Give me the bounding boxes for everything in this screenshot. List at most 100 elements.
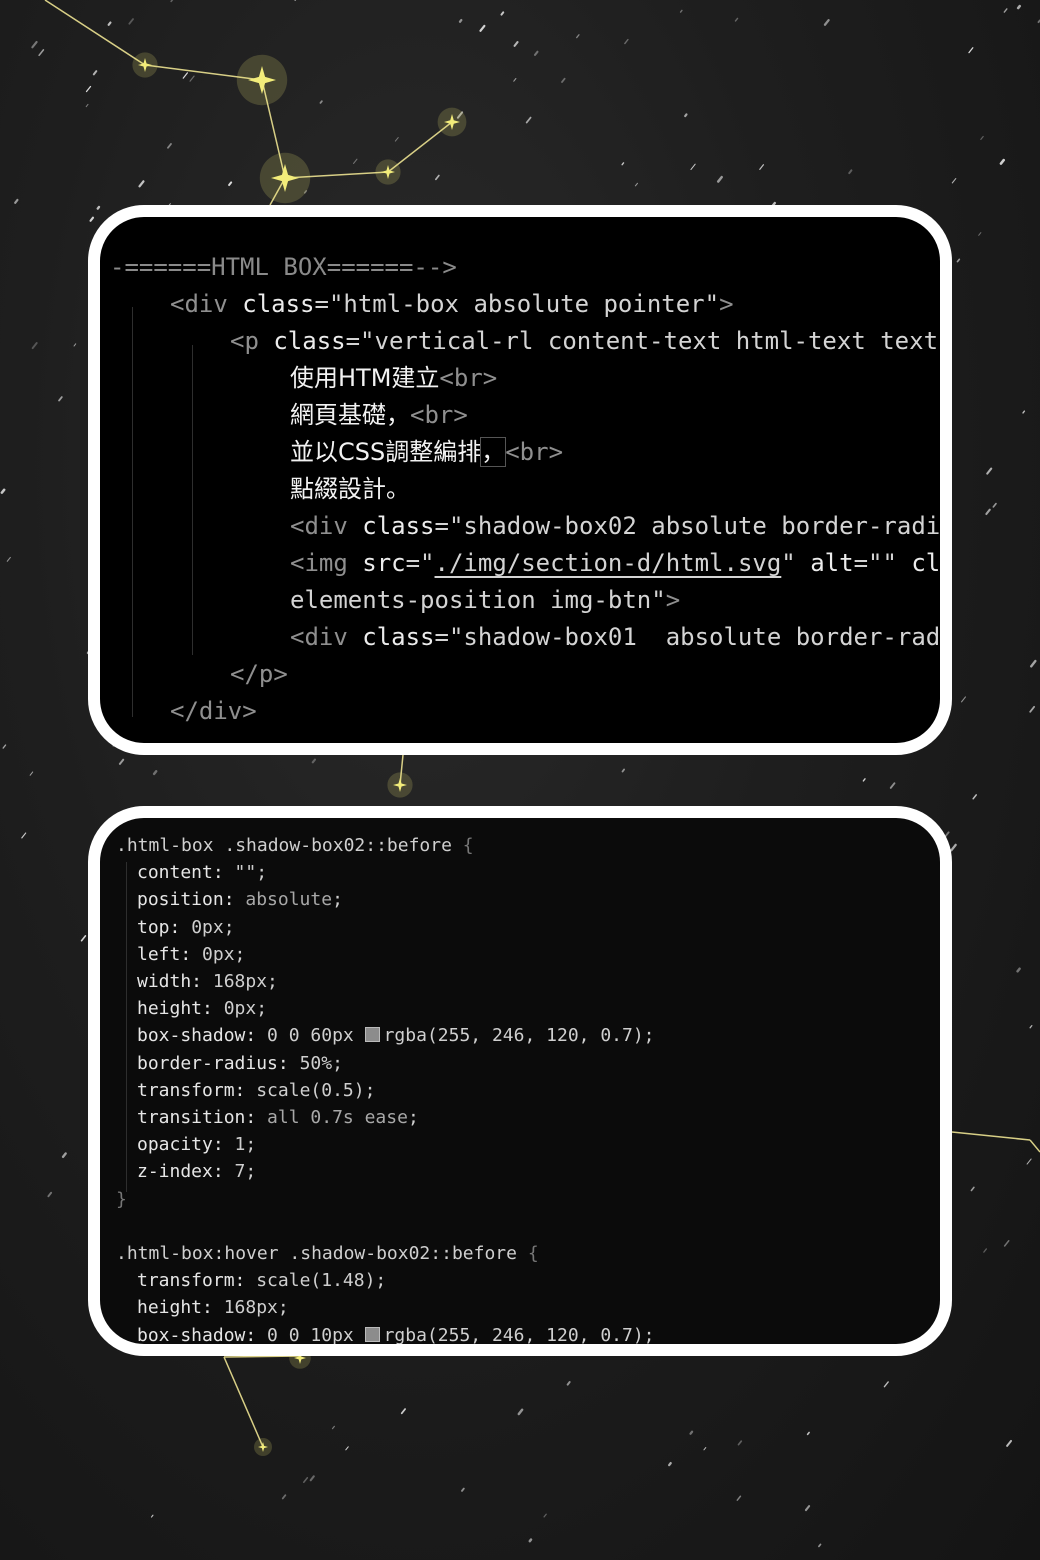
code-token: ./img/section-d/html.svg bbox=[434, 549, 782, 577]
code-token: 0 0 10px bbox=[267, 1324, 365, 1346]
constellation-star bbox=[437, 107, 467, 137]
constellation-line bbox=[223, 1356, 264, 1448]
code-token: 網頁基礎， bbox=[290, 401, 410, 429]
code-token: </div> bbox=[170, 697, 257, 725]
code-token: 168px; bbox=[223, 1297, 289, 1319]
star-speck bbox=[525, 116, 532, 124]
star-speck bbox=[1003, 1240, 1010, 1247]
code-token: position: bbox=[137, 889, 246, 911]
star-speck bbox=[85, 85, 92, 93]
star-speck bbox=[818, 1543, 822, 1548]
star-speck bbox=[500, 11, 505, 16]
star-speck bbox=[889, 782, 896, 789]
code-token: class bbox=[273, 327, 346, 355]
css-code-line: } bbox=[116, 1186, 127, 1213]
star-speck bbox=[479, 24, 486, 32]
star-speck bbox=[624, 38, 629, 45]
star-speck bbox=[736, 1495, 742, 1501]
code-token: ="html-box absolute pointer" bbox=[314, 290, 720, 318]
code-token: .html-box .shadow-box02::before bbox=[116, 835, 463, 856]
code-token: <div bbox=[290, 512, 363, 540]
constellation-star bbox=[254, 1438, 272, 1456]
html-code-line: 網頁基礎，<br> bbox=[290, 397, 468, 434]
star-speck bbox=[80, 935, 87, 942]
css-code-line: top: 0px; bbox=[137, 914, 235, 941]
css-code-line: transition: all 0.7s ease; bbox=[137, 1104, 419, 1131]
star-speck bbox=[31, 342, 38, 350]
code-token: <div bbox=[290, 623, 363, 651]
star-speck bbox=[543, 1513, 547, 1518]
css-code-line: transform: scale(0.5); bbox=[137, 1077, 375, 1104]
constellation-star bbox=[236, 54, 288, 106]
star-speck bbox=[759, 164, 765, 170]
star-speck bbox=[47, 1191, 53, 1198]
star-speck bbox=[331, 1425, 335, 1430]
code-token: } bbox=[116, 1188, 127, 1210]
star-speck bbox=[1029, 1024, 1033, 1029]
code-token: { bbox=[462, 835, 474, 856]
color-swatch[interactable] bbox=[364, 1027, 380, 1043]
code-token: scale(1.48); bbox=[256, 1270, 387, 1292]
code-token: =" bbox=[405, 549, 435, 577]
html-code-line: <div class="html-box absolute pointer"> bbox=[170, 286, 734, 323]
css-code-line: border-radius: 50%; bbox=[137, 1050, 343, 1077]
constellation-star bbox=[375, 159, 401, 185]
html-code-line: <div class="shadow-box01 absolute border… bbox=[290, 619, 940, 656]
constellation-line bbox=[951, 1131, 1031, 1141]
star-speck bbox=[311, 758, 316, 764]
constellation-star bbox=[259, 152, 311, 204]
code-token: <br> bbox=[410, 401, 468, 429]
css-code-line: height: 168px; bbox=[137, 1294, 289, 1321]
html-code-line: -======HTML BOX======--> bbox=[110, 249, 457, 286]
star-speck bbox=[668, 1461, 672, 1467]
star-speck bbox=[58, 396, 63, 402]
star-speck bbox=[353, 158, 358, 164]
html-code-line: </p> bbox=[230, 656, 288, 693]
star-speck bbox=[1029, 659, 1037, 668]
star-speck bbox=[960, 696, 967, 703]
star-speck bbox=[737, 1440, 743, 1446]
code-token: box-shadow: bbox=[137, 1324, 268, 1346]
code-token: class bbox=[362, 512, 435, 540]
star-speck bbox=[228, 181, 233, 187]
star-speck bbox=[634, 182, 639, 187]
code-token: ; bbox=[407, 1107, 419, 1128]
star-speck bbox=[458, 18, 463, 23]
star-speck bbox=[689, 1430, 694, 1435]
code-token: 0px; bbox=[202, 943, 246, 965]
css-code-line: .html-box .shadow-box02::before { bbox=[116, 832, 474, 859]
indent-guide bbox=[126, 862, 127, 1192]
code-token: .html-box:hover .shadow-box02::before bbox=[116, 1243, 528, 1264]
star-speck bbox=[38, 49, 45, 57]
star-speck bbox=[189, 75, 195, 82]
star-speck bbox=[92, 70, 98, 76]
star-speck bbox=[1026, 1158, 1032, 1165]
constellation-line bbox=[223, 1355, 301, 1358]
css-code-line: opacity: 1; bbox=[137, 1131, 256, 1158]
star-speck bbox=[29, 771, 34, 776]
star-speck bbox=[804, 1505, 811, 1512]
code-token: border-radius: bbox=[137, 1052, 300, 1074]
code-token: 0px; bbox=[223, 998, 268, 1020]
code-token: 並以CSS調整編排 bbox=[290, 438, 482, 466]
star-speck bbox=[21, 832, 27, 839]
star-speck bbox=[513, 41, 519, 47]
star-speck bbox=[152, 770, 158, 776]
code-token: transform: bbox=[137, 1079, 257, 1101]
code-token: 50%; bbox=[299, 1052, 343, 1074]
code-token: <div bbox=[170, 290, 243, 318]
code-token: src bbox=[362, 549, 406, 577]
html-code-line: <p class="vertical-rl content-text html-… bbox=[230, 323, 940, 360]
code-token: 7; bbox=[234, 1161, 257, 1183]
code-token: ; bbox=[332, 889, 343, 911]
code-token: transform: bbox=[137, 1270, 257, 1292]
star-speck bbox=[968, 47, 974, 54]
star-speck bbox=[983, 1248, 987, 1253]
color-swatch[interactable] bbox=[364, 1326, 380, 1342]
code-token: height: bbox=[137, 998, 224, 1020]
star-speck bbox=[14, 198, 19, 204]
code-token: transition: bbox=[137, 1107, 268, 1128]
css-code-line: box-shadow: 0 0 10px rgba(255, 246, 120,… bbox=[137, 1322, 655, 1346]
code-token: absolute bbox=[245, 889, 333, 911]
code-token: <img bbox=[290, 549, 363, 577]
